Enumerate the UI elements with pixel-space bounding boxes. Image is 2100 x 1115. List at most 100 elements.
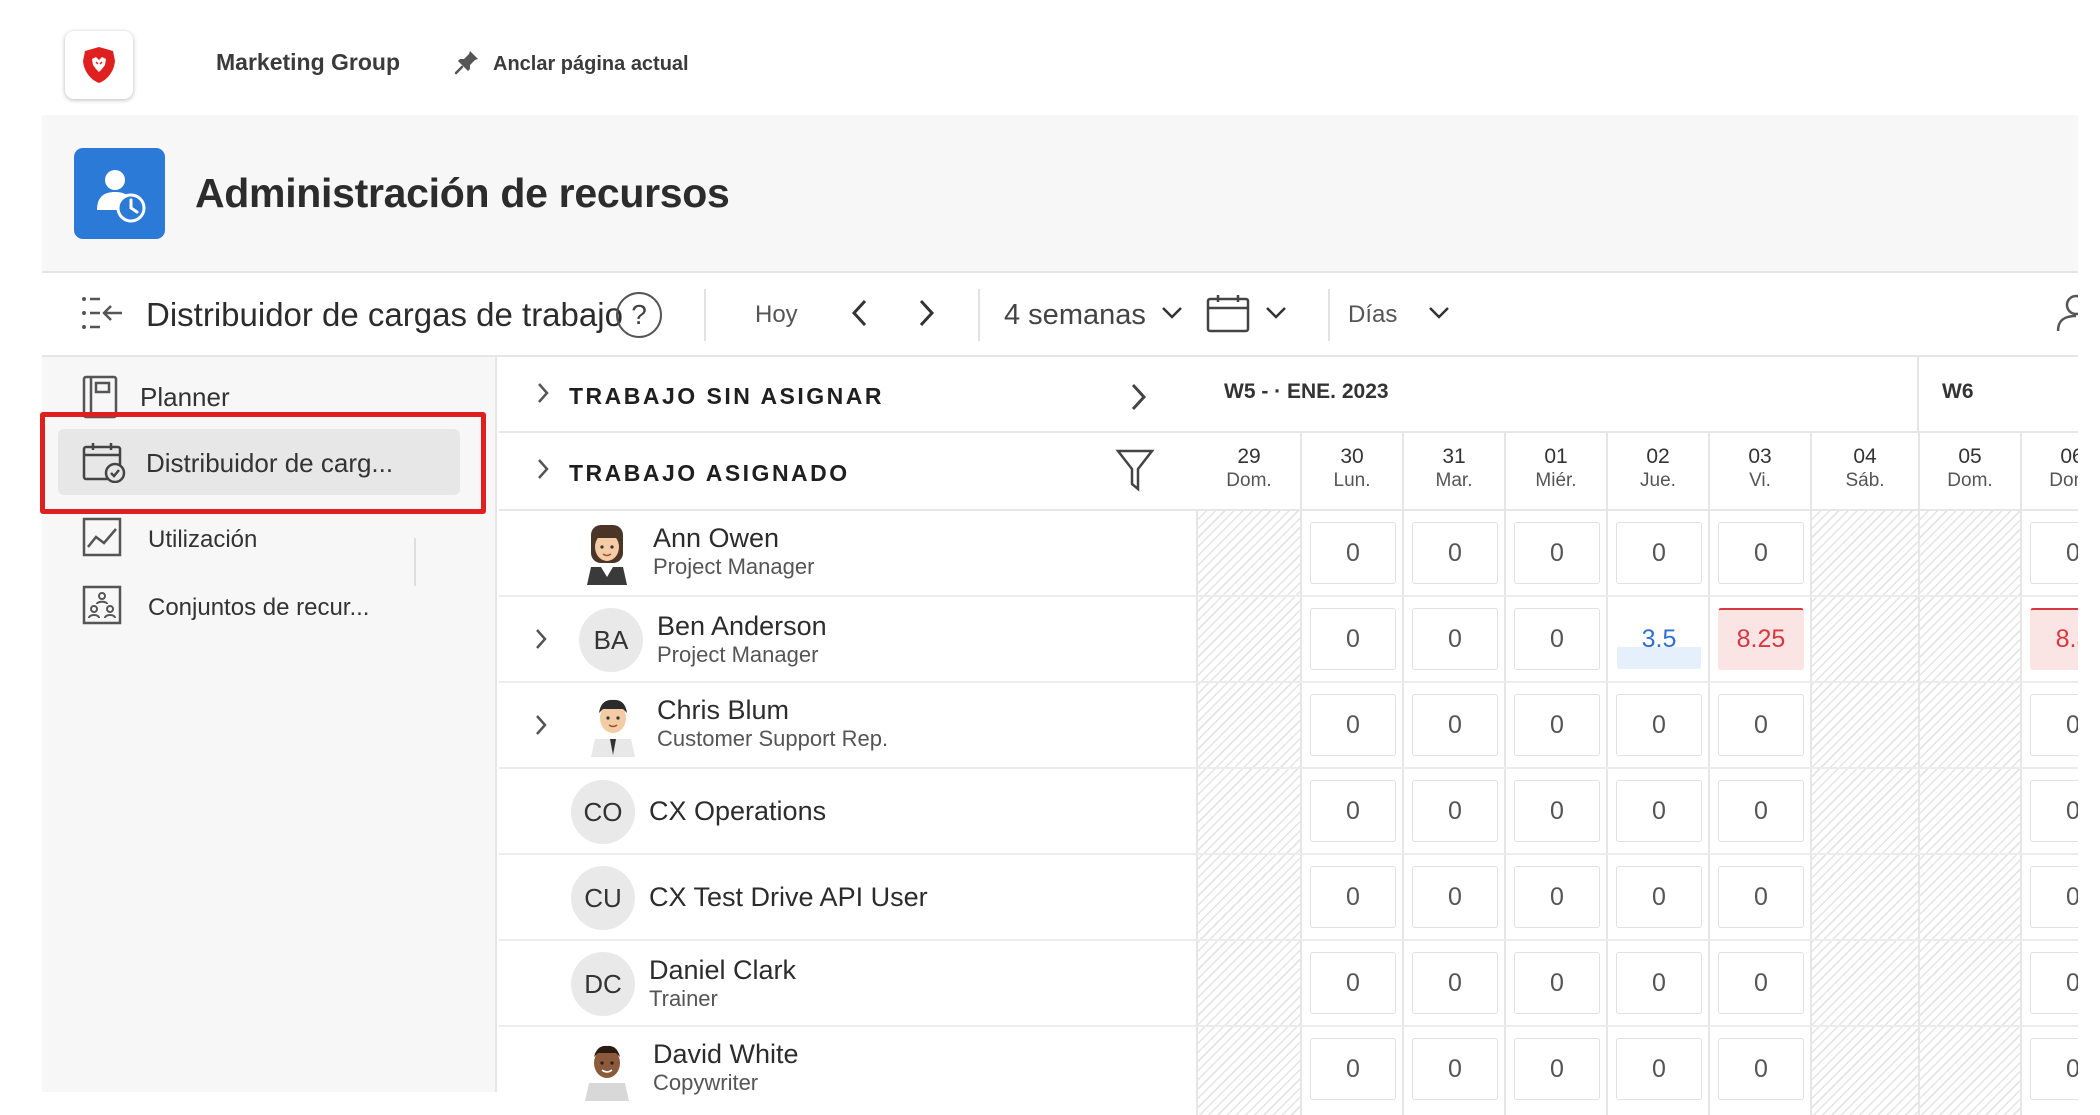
toolbar-divider: [1328, 289, 1330, 341]
workload-cell[interactable]: 0: [1718, 522, 1804, 584]
sidebar-item-utilization[interactable]: Utilización: [42, 507, 497, 567]
assigned-work-row[interactable]: TRABAJO ASIGNADO: [499, 433, 1198, 511]
day-number: 05: [1958, 445, 1982, 468]
pin-page-button[interactable]: Anclar página actual: [453, 48, 689, 81]
sidebar-resize-handle[interactable]: [414, 538, 416, 586]
workload-cell[interactable]: 0: [1412, 780, 1498, 842]
sidebar-item-label: Utilización: [148, 526, 258, 553]
unit-dropdown[interactable]: Días: [1348, 273, 1451, 357]
row-divider: [1198, 595, 2078, 597]
sidebar-item-label: Planner: [140, 382, 230, 412]
workload-cell[interactable]: 0: [1412, 608, 1498, 670]
next-button[interactable]: [916, 273, 936, 357]
workload-cell[interactable]: 0: [1514, 694, 1600, 756]
expand-panel-icon[interactable]: [1129, 381, 1149, 418]
workload-cell[interactable]: 0: [1310, 522, 1396, 584]
workload-cell[interactable]: 0: [1718, 780, 1804, 842]
person-name: CX Test Drive API User: [649, 882, 928, 912]
workload-cell[interactable]: 0: [2030, 694, 2078, 756]
workload-cell[interactable]: 0: [1514, 866, 1600, 928]
workload-cell[interactable]: 0: [1616, 1038, 1702, 1100]
expand-row-icon[interactable]: [533, 713, 549, 742]
workload-cell[interactable]: 0: [1310, 608, 1396, 670]
workload-cell[interactable]: 0: [1616, 866, 1702, 928]
person-row[interactable]: Ann Owen Project Manager: [499, 511, 1198, 597]
workload-cell[interactable]: 0: [1310, 866, 1396, 928]
sidebar-item-resource-pools[interactable]: Conjuntos de recur...: [42, 575, 497, 635]
workload-cell[interactable]: 0: [1412, 694, 1498, 756]
group-name[interactable]: Marketing Group: [216, 49, 400, 76]
workload-cell[interactable]: 3.5: [1616, 608, 1702, 670]
day-name: Mar.: [1435, 470, 1473, 491]
date-picker[interactable]: [1206, 273, 1288, 357]
day-number: 01: [1544, 445, 1568, 468]
workload-cell[interactable]: 0: [1514, 952, 1600, 1014]
day-header: 30 Lun.: [1300, 433, 1402, 511]
workload-cell[interactable]: 0: [1310, 780, 1396, 842]
row-divider: [1198, 853, 2078, 855]
expand-row-icon[interactable]: [533, 627, 549, 656]
chevron-left-icon: [850, 298, 870, 333]
user-filter-button[interactable]: [2054, 273, 2087, 357]
person-row[interactable]: DC Daniel Clark Trainer: [499, 941, 1198, 1027]
person-row[interactable]: CO CX Operations: [499, 769, 1198, 855]
chevron-down-icon: [1160, 305, 1184, 326]
utilization-icon: [82, 517, 122, 562]
workload-cell[interactable]: 8.25: [1718, 608, 1804, 670]
brand-logo-icon[interactable]: [65, 31, 133, 99]
workload-cell[interactable]: 0: [1514, 780, 1600, 842]
workload-cell[interactable]: 0: [1616, 780, 1702, 842]
workload-cell[interactable]: 8.3: [2030, 608, 2078, 670]
workload-cell[interactable]: 0: [1616, 522, 1702, 584]
range-dropdown[interactable]: 4 semanas: [1004, 273, 1184, 357]
unassigned-work-label: TRABAJO SIN ASIGNAR: [569, 383, 884, 409]
day-header: 05 Dom.: [1918, 433, 2020, 511]
today-button[interactable]: Hoy: [755, 301, 798, 329]
workload-cell[interactable]: 0: [1310, 1038, 1396, 1100]
workload-cell[interactable]: 0: [1514, 608, 1600, 670]
workload-cell[interactable]: 0: [1412, 522, 1498, 584]
workload-cell[interactable]: 0: [2030, 952, 2078, 1014]
workload-cell[interactable]: 0: [1310, 694, 1396, 756]
filter-icon[interactable]: [1115, 447, 1155, 498]
row-divider: [1198, 1025, 2078, 1027]
workload-cell[interactable]: 0: [1718, 866, 1804, 928]
workload-cell[interactable]: 0: [1514, 1038, 1600, 1100]
day-name: Dom.: [1947, 470, 1993, 491]
person-avatar-icon: [581, 693, 645, 757]
pin-icon: [453, 48, 481, 81]
workload-cell[interactable]: 0: [1412, 1038, 1498, 1100]
chevron-down-icon: [1264, 305, 1288, 326]
person-row[interactable]: CU CX Test Drive API User: [499, 855, 1198, 941]
workload-cell[interactable]: 0: [1616, 694, 1702, 756]
workload-cell[interactable]: 0: [1514, 522, 1600, 584]
day-header: 29 Dom.: [1198, 433, 1300, 511]
help-icon[interactable]: ?: [616, 292, 662, 338]
day-header: 06Dom.: [2020, 433, 2078, 511]
workload-cell[interactable]: 0: [2030, 1038, 2078, 1100]
unassigned-work-row[interactable]: TRABAJO SIN ASIGNAR: [499, 357, 1198, 433]
workload-cell[interactable]: 0: [2030, 780, 2078, 842]
previous-button[interactable]: [850, 273, 870, 357]
workload-cell[interactable]: 0: [1310, 952, 1396, 1014]
person-row[interactable]: David White Copywriter: [499, 1027, 1198, 1113]
range-label: 4 semanas: [1004, 298, 1146, 331]
chevron-right-icon: [535, 457, 551, 486]
collapse-sidebar-icon: [80, 293, 124, 338]
workload-cell[interactable]: 0: [1718, 694, 1804, 756]
workload-cell[interactable]: 0: [1412, 952, 1498, 1014]
workload-cell[interactable]: 0: [1718, 1038, 1804, 1100]
workload-cell[interactable]: 0: [1412, 866, 1498, 928]
workload-cell[interactable]: 0: [1616, 952, 1702, 1014]
workload-cell[interactable]: 0: [2030, 522, 2078, 584]
week-label: W5 - · ENE. 2023: [1224, 380, 1389, 403]
person-row[interactable]: Chris Blum Customer Support Rep.: [499, 683, 1198, 769]
workload-cell[interactable]: 0: [2030, 866, 2078, 928]
workload-cell[interactable]: 0: [1718, 952, 1804, 1014]
collapse-sidebar-button[interactable]: [80, 273, 124, 357]
day-name: Sáb.: [1845, 470, 1885, 491]
person-row[interactable]: BA Ben Anderson Project Manager: [499, 597, 1198, 683]
person-role: Customer Support Rep.: [657, 726, 889, 751]
chevron-right-icon: [535, 381, 551, 410]
day-name: Miér.: [1535, 470, 1577, 491]
